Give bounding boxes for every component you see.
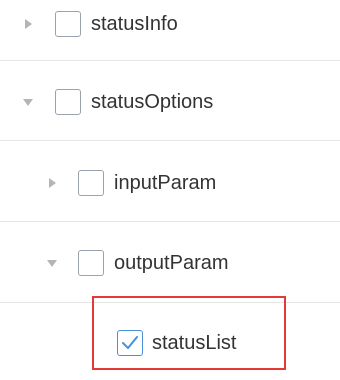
- caret-down-icon[interactable]: [22, 96, 34, 108]
- tree-node-status-info[interactable]: statusInfo: [0, 4, 340, 44]
- caret-down-icon[interactable]: [46, 257, 58, 269]
- checkbox[interactable]: [78, 170, 104, 196]
- divider: [0, 60, 340, 61]
- tree-node-label: outputParam: [114, 252, 229, 274]
- tree-node-label: inputParam: [114, 172, 217, 194]
- divider: [0, 140, 340, 141]
- caret-right-icon[interactable]: [22, 18, 34, 30]
- checkbox[interactable]: [78, 250, 104, 276]
- checkbox[interactable]: [55, 89, 81, 115]
- tree-node-label: statusInfo: [91, 13, 178, 35]
- tree-node-input-param[interactable]: inputParam: [0, 163, 340, 203]
- highlight-box: [92, 296, 286, 370]
- tree-node-output-param[interactable]: outputParam: [0, 243, 340, 283]
- caret-right-icon[interactable]: [46, 177, 58, 189]
- tree-node-label: statusOptions: [91, 91, 214, 113]
- divider: [0, 221, 340, 222]
- tree-view: statusInfo statusOptions inputParam outp…: [0, 0, 340, 380]
- tree-node-status-options[interactable]: statusOptions: [0, 82, 340, 122]
- checkbox[interactable]: [55, 11, 81, 37]
